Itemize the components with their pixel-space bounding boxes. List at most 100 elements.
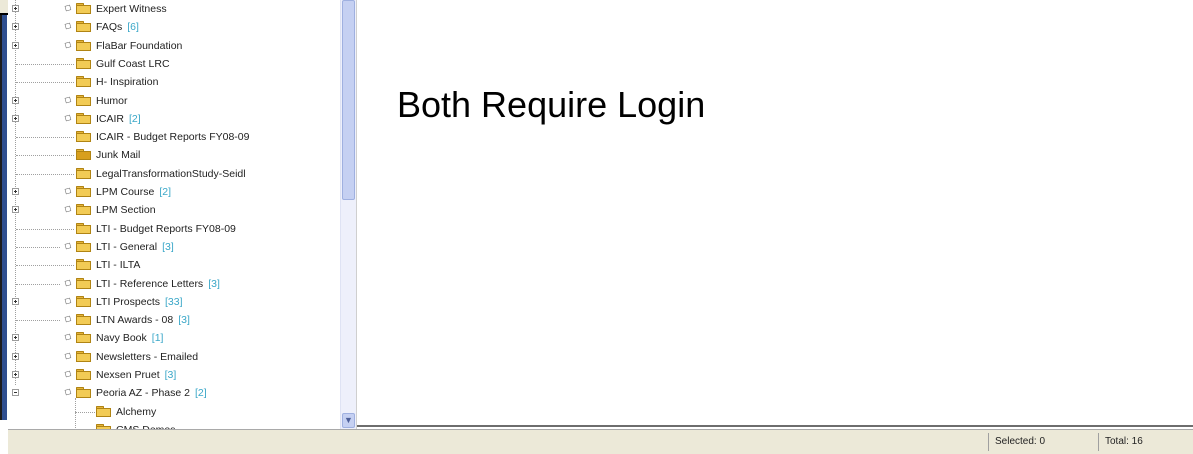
pin-icon[interactable]: ⬦ — [60, 36, 76, 52]
tree-item-text: H- Inspiration — [96, 76, 159, 89]
folder-icon — [76, 76, 91, 88]
tree-item[interactable]: LegalTransformationStudy-Seidl — [8, 165, 338, 183]
tree-item-label: LegalTransformationStudy-Seidl — [96, 168, 246, 180]
tree-item[interactable]: ⬦ FlaBar Foundation — [8, 37, 338, 55]
tree-item[interactable]: Junk Mail — [8, 146, 338, 164]
tree-item-text: LPM Course — [96, 186, 155, 198]
tree-expander-icon[interactable] — [12, 114, 19, 122]
tree-item[interactable]: ⬦ LTN Awards - 08 [3] — [8, 311, 338, 329]
pin-icon[interactable]: ⬦ — [60, 238, 76, 254]
tree-item-text: Alchemy — [116, 405, 157, 418]
folder-icon — [76, 350, 91, 362]
pin-icon[interactable]: ⬦ — [60, 18, 76, 34]
tree-item[interactable]: ⬦ LTI Prospects [33] — [8, 293, 338, 311]
pin-icon[interactable]: ⬦ — [60, 293, 76, 309]
tree-item[interactable]: ⬦ Nexsen Pruet [3] — [8, 366, 338, 384]
tree-item-label: LPM Course [2] — [96, 186, 171, 198]
tree-expander-icon[interactable] — [12, 352, 19, 360]
tree-item[interactable]: ⬦ LTI - General [3] — [8, 238, 338, 256]
tree-expander-icon[interactable] — [12, 297, 19, 305]
tree-item-label: Peoria AZ - Phase 2 [2] — [96, 387, 207, 399]
tree-expander-icon[interactable] — [12, 41, 19, 49]
tree-item-label: Nexsen Pruet [3] — [96, 369, 176, 381]
folder-icon — [96, 405, 111, 417]
tree-item-count: [2] — [194, 387, 207, 400]
tree-item[interactable]: H- Inspiration — [8, 73, 338, 91]
tree-item[interactable]: ⬦ LPM Course [2] — [8, 183, 338, 201]
tree-item-label: Navy Book [1] — [96, 332, 163, 344]
pin-icon[interactable]: ⬦ — [60, 91, 76, 107]
folder-icon — [76, 240, 91, 252]
folder-icon — [76, 21, 91, 33]
chevron-down-icon[interactable]: ▼ — [342, 413, 355, 428]
tree-item[interactable]: ⬦ Peoria AZ - Phase 2 [2] — [8, 384, 338, 402]
tree-item[interactable]: ⬦ FAQs [6] — [8, 18, 338, 36]
tree-expander-icon[interactable] — [12, 206, 19, 214]
folder-icon — [76, 295, 91, 307]
tree-item-count: [2] — [129, 112, 141, 125]
tree-item[interactable]: ⬦ ICAIR [2] — [8, 110, 338, 128]
tree-item-count: [3] — [208, 277, 220, 290]
tree-item[interactable]: ⬦ Navy Book [1] — [8, 329, 338, 347]
tree-item-text: Humor — [96, 94, 128, 107]
tree-guide-line — [75, 398, 76, 429]
tree-item-label: Newsletters - Emailed — [96, 351, 198, 363]
tree-item[interactable]: LTI - ILTA — [8, 256, 338, 274]
folder-tree[interactable]: ⬦ Expert Witness ⬦ FAQs [6] ⬦ FlaBar Foundatio… — [8, 0, 340, 429]
tree-item-text: Nexsen Pruet — [96, 369, 160, 381]
tree-expander-icon[interactable] — [12, 389, 19, 397]
tree-item[interactable]: Gulf Coast LRC — [8, 55, 338, 73]
pin-icon[interactable]: ⬦ — [60, 366, 76, 382]
tree-item-count: [33] — [165, 295, 183, 308]
tree-item[interactable]: ⬦ LTI - Reference Letters [3] — [8, 275, 338, 293]
tree-item-label: FAQs [6] — [96, 21, 139, 33]
tree-item-count: [1] — [151, 332, 164, 345]
headline-text: Both Require Login — [397, 84, 706, 125]
tree-item-text: LTI Prospects — [96, 295, 160, 308]
tree-item-label: Junk Mail — [96, 149, 140, 161]
tree-expander-icon[interactable] — [12, 5, 19, 12]
tree-item-text: Gulf Coast LRC — [96, 57, 170, 70]
pin-icon[interactable]: ⬦ — [60, 0, 76, 16]
tree-expander-icon[interactable] — [12, 96, 19, 104]
tree-item-text: ICAIR — [96, 112, 125, 125]
tree-item[interactable]: CMS Demos — [8, 421, 338, 429]
folder-icon — [76, 39, 91, 51]
folder-icon — [76, 112, 91, 124]
folder-icon — [76, 131, 91, 143]
tree-scrollbar[interactable]: ▼ — [340, 0, 356, 429]
tree-expander-icon[interactable] — [12, 188, 19, 195]
tree-item-label: LTN Awards - 08 [3] — [96, 314, 190, 326]
pin-icon[interactable]: ⬦ — [60, 201, 76, 217]
scrollbar-thumb[interactable] — [342, 0, 355, 200]
pin-icon[interactable]: ⬦ — [60, 274, 76, 290]
tree-item-label: ICAIR [2] — [96, 113, 141, 125]
folder-icon — [76, 387, 91, 399]
folder-icon — [76, 314, 91, 326]
tree-item[interactable]: ⬦ Newsletters - Emailed — [8, 348, 338, 366]
tree-item-label: H- Inspiration — [96, 76, 158, 88]
pin-icon[interactable]: ⬦ — [60, 110, 76, 126]
pin-icon[interactable]: ⬦ — [60, 384, 76, 400]
folder-icon — [76, 204, 91, 216]
tree-item[interactable]: ⬦ Humor — [8, 92, 338, 110]
folder-icon — [76, 3, 91, 14]
pin-icon[interactable]: ⬦ — [60, 311, 76, 327]
tree-item[interactable]: ⬦ LPM Section — [8, 201, 338, 219]
tree-expander-icon[interactable] — [12, 334, 19, 342]
tree-item[interactable]: Alchemy — [8, 403, 338, 421]
pin-icon[interactable]: ⬦ — [60, 347, 76, 363]
tree-item-label: LPM Section — [96, 204, 156, 216]
folder-icon — [76, 186, 91, 197]
tree-item[interactable]: ICAIR - Budget Reports FY08-09 — [8, 128, 338, 146]
tree-item-label: Humor — [96, 95, 128, 107]
pin-icon[interactable]: ⬦ — [60, 183, 76, 199]
tree-expander-icon[interactable] — [12, 371, 19, 378]
tree-item[interactable]: ⬦ Expert Witness — [8, 0, 338, 18]
tree-item-text: LTI - General — [96, 240, 158, 253]
tree-expander-icon[interactable] — [12, 23, 19, 31]
pin-icon[interactable]: ⬦ — [60, 329, 76, 345]
tree-item[interactable]: LTI - Budget Reports FY08-09 — [8, 220, 338, 238]
tree-item-text: Peoria AZ - Phase 2 — [96, 387, 190, 400]
tree-item-text: LTI - ILTA — [96, 259, 141, 272]
